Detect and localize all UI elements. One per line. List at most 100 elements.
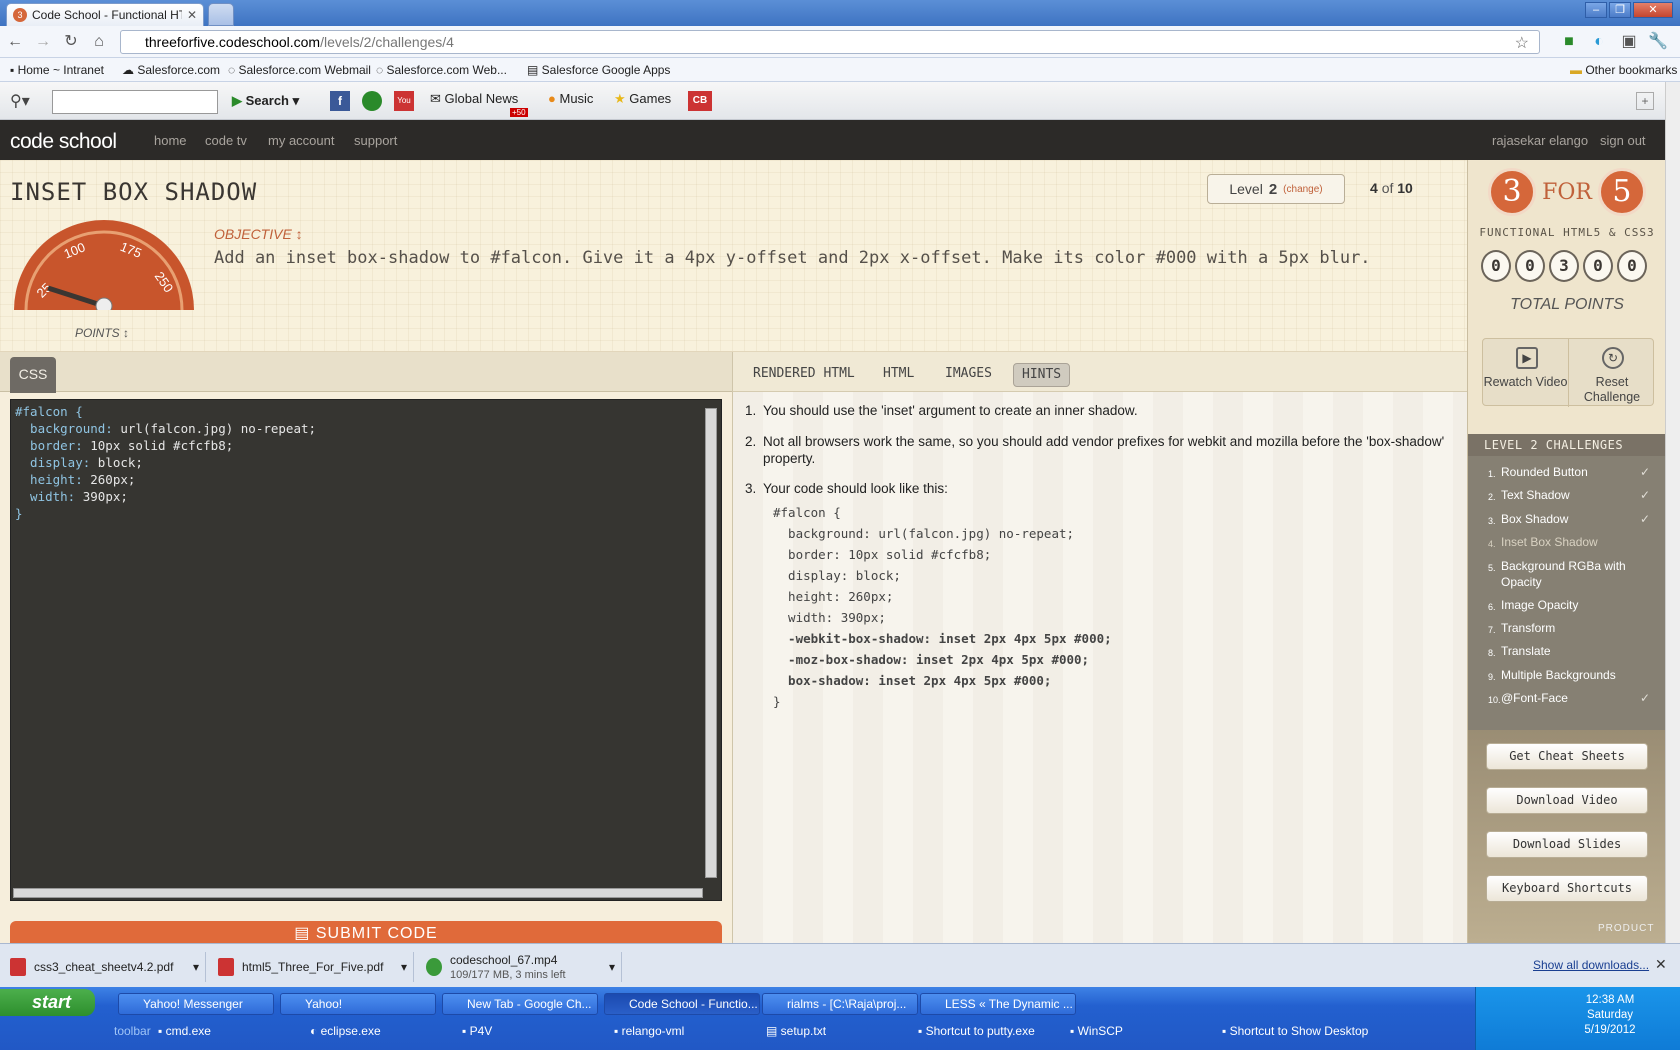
challenge-list-item[interactable]: 2. Text Shadow ✓ — [1488, 487, 1658, 503]
level-selector[interactable]: Level 2 (change) — [1207, 174, 1345, 204]
challenge-list-item[interactable]: 8. Translate — [1488, 643, 1658, 659]
code-line[interactable]: border: 10px solid #cfcfb8; — [15, 437, 316, 454]
tab-html[interactable]: HTML — [883, 363, 914, 387]
editor-vertical-scrollbar[interactable] — [705, 408, 717, 878]
challenge-list-item[interactable]: 9. Multiple Backgrounds — [1488, 667, 1658, 683]
download-slides-button[interactable]: Download Slides — [1486, 831, 1648, 858]
taskbar-button[interactable]: rialms - [C:\Raja\proj... — [762, 993, 918, 1015]
checkmark-icon: ✓ — [1639, 691, 1650, 705]
video-actions: ▶ Rewatch Video ↻ Reset Challenge — [1482, 338, 1655, 407]
games-button[interactable]: ★ Games — [614, 91, 671, 107]
taskbar-button-active[interactable]: Code School - Functio... — [604, 993, 760, 1015]
cb-icon[interactable]: CB — [688, 91, 712, 111]
music-button[interactable]: ● Music — [548, 91, 593, 106]
back-icon[interactable]: ← — [6, 33, 24, 51]
youtube-icon[interactable]: You — [394, 91, 414, 111]
page-scrollbar[interactable] — [1665, 82, 1680, 943]
taskbar-button[interactable]: Yahoo! Messenger — [118, 993, 274, 1015]
code-line[interactable]: height: 260px; — [15, 471, 316, 488]
keyboard-shortcuts-button[interactable]: Keyboard Shortcuts — [1486, 875, 1648, 902]
quicklaunch-item[interactable]: ▪ Shortcut to putty.exe — [918, 1024, 1035, 1038]
other-bookmarks[interactable]: ▬ Other bookmarks — [1570, 63, 1677, 77]
restore-button[interactable]: ❐ — [1609, 2, 1631, 18]
reload-icon[interactable]: ↻ — [62, 33, 80, 51]
taskbar-button[interactable]: LESS « The Dynamic ... — [920, 993, 1076, 1015]
code-line[interactable]: display: block; — [15, 454, 316, 471]
tab-hints[interactable]: HINTS — [1013, 363, 1071, 387]
code-content[interactable]: #falcon { background: url(falcon.jpg) no… — [15, 403, 316, 522]
rewatch-video-button[interactable]: ▶ Rewatch Video — [1483, 339, 1569, 407]
sign-out-link[interactable]: sign out — [1600, 133, 1646, 148]
challenge-list-item[interactable]: 7. Transform — [1488, 620, 1658, 636]
toolbar-search-button[interactable]: ▶ Search ▾ — [232, 93, 299, 109]
css-code-editor[interactable]: #falcon { background: url(falcon.jpg) no… — [10, 399, 722, 901]
nav-home[interactable]: home — [154, 133, 187, 148]
bookmark-item[interactable]: ◌ Salesforce.com Webmail — [228, 63, 371, 77]
close-icon[interactable]: ✕ — [187, 8, 197, 22]
challenge-list-item[interactable]: 5. Background RGBa with Opacity — [1488, 558, 1658, 590]
extension-icon[interactable]: ■ — [1560, 33, 1578, 51]
download-video-button[interactable]: Download Video — [1486, 787, 1648, 814]
quicklaunch-item[interactable]: ▪ WinSCP — [1070, 1024, 1123, 1038]
start-button[interactable]: start — [0, 989, 95, 1016]
toolbar-search-input[interactable] — [52, 90, 218, 114]
bookmark-item[interactable]: ◌ Salesforce.com Web... — [376, 63, 507, 77]
tab-code-school[interactable]: 3 Code School - Functional HTML ✕ — [6, 3, 204, 26]
code-line[interactable]: #falcon { — [15, 403, 316, 420]
wrench-icon[interactable]: 🔧 — [1648, 33, 1668, 51]
close-downloads-icon[interactable]: ✕ — [1655, 956, 1667, 973]
window-close-button[interactable]: ✕ — [1633, 2, 1673, 18]
quicklaunch-item[interactable]: ▪ cmd.exe — [158, 1024, 211, 1038]
add-icon[interactable]: + — [1636, 92, 1654, 110]
codeschool-logo[interactable]: code school — [10, 130, 117, 154]
show-all-downloads-link[interactable]: Show all downloads... — [1533, 958, 1649, 972]
submit-code-button[interactable]: ▤ SUBMIT CODE — [10, 921, 722, 943]
quicklaunch-item[interactable]: ▪ Shortcut to Show Desktop — [1222, 1024, 1368, 1038]
tab-rendered-html[interactable]: RENDERED HTML — [753, 363, 855, 387]
get-cheat-sheets-button[interactable]: Get Cheat Sheets — [1486, 743, 1648, 770]
quicklaunch-label: toolbar — [114, 1024, 151, 1038]
star-icon[interactable]: ☆ — [1515, 33, 1529, 53]
utorrent-icon[interactable] — [362, 91, 382, 111]
search-icon[interactable]: ⚲▾ — [10, 91, 30, 111]
code-line[interactable]: background: url(falcon.jpg) no-repeat; — [15, 420, 316, 437]
quicklaunch-item[interactable]: ▪ relango-vml — [614, 1024, 684, 1038]
bookmark-item[interactable]: ▤ Salesforce Google Apps — [527, 63, 670, 77]
challenge-list-item[interactable]: 3. Box Shadow ✓ — [1488, 511, 1658, 527]
code-line[interactable]: width: 390px; — [15, 488, 316, 505]
download-item-in-progress[interactable]: codeschool_67.mp4 109/177 MB, 3 mins left… — [426, 952, 622, 982]
system-clock[interactable]: 12:38 AM Saturday 5/19/2012 — [1555, 993, 1665, 1038]
extension-icon[interactable]: ◐ — [1590, 33, 1608, 51]
nav-support[interactable]: support — [354, 133, 397, 148]
nav-code-tv[interactable]: code tv — [205, 133, 247, 148]
download-item[interactable]: html5_Three_For_Five.pdf ▾ — [218, 952, 414, 982]
bookmark-item[interactable]: ▪ Home ~ Intranet — [10, 63, 104, 77]
bookmark-item[interactable]: ☁ Salesforce.com — [122, 63, 220, 77]
tab-css[interactable]: CSS — [10, 357, 56, 393]
tab-images[interactable]: IMAGES — [945, 363, 992, 387]
download-item[interactable]: css3_cheat_sheetv4.2.pdf ▾ — [10, 952, 206, 982]
challenge-list-item[interactable]: 4. Inset Box Shadow — [1488, 534, 1658, 550]
extension-icon[interactable]: ▣ — [1620, 33, 1638, 51]
code-line[interactable]: } — [15, 505, 316, 522]
quicklaunch-item[interactable]: ◐ eclipse.exe — [310, 1024, 381, 1038]
challenge-list-item[interactable]: 10. @Font-Face ✓ — [1488, 690, 1658, 706]
reset-challenge-button[interactable]: ↻ Reset Challenge — [1569, 339, 1655, 407]
forward-icon[interactable]: → — [34, 33, 52, 51]
minimize-button[interactable]: – — [1585, 2, 1607, 18]
nav-my-account[interactable]: my account — [268, 133, 334, 148]
user-name[interactable]: rajasekar elango — [1492, 133, 1588, 148]
quicklaunch-item[interactable]: ▪ P4V — [462, 1024, 492, 1038]
home-icon[interactable]: ⌂ — [90, 33, 108, 51]
challenge-list-item[interactable]: 1. Rounded Button ✓ — [1488, 464, 1658, 480]
level-change-link[interactable]: (change) — [1283, 184, 1322, 195]
taskbar-button[interactable]: Yahoo! — [280, 993, 436, 1015]
taskbar-button[interactable]: New Tab - Google Ch... — [442, 993, 598, 1015]
challenge-list-item[interactable]: 6. Image Opacity — [1488, 597, 1658, 613]
facebook-icon[interactable]: f — [330, 91, 350, 111]
address-bar[interactable]: threeforfive.codeschool.com/levels/2/cha… — [120, 30, 1540, 54]
global-news-button[interactable]: ✉ Global News — [430, 91, 518, 107]
editor-horizontal-scrollbar[interactable] — [13, 888, 703, 898]
quicklaunch-item[interactable]: ▤ setup.txt — [766, 1024, 826, 1038]
new-tab-button[interactable] — [208, 3, 234, 26]
